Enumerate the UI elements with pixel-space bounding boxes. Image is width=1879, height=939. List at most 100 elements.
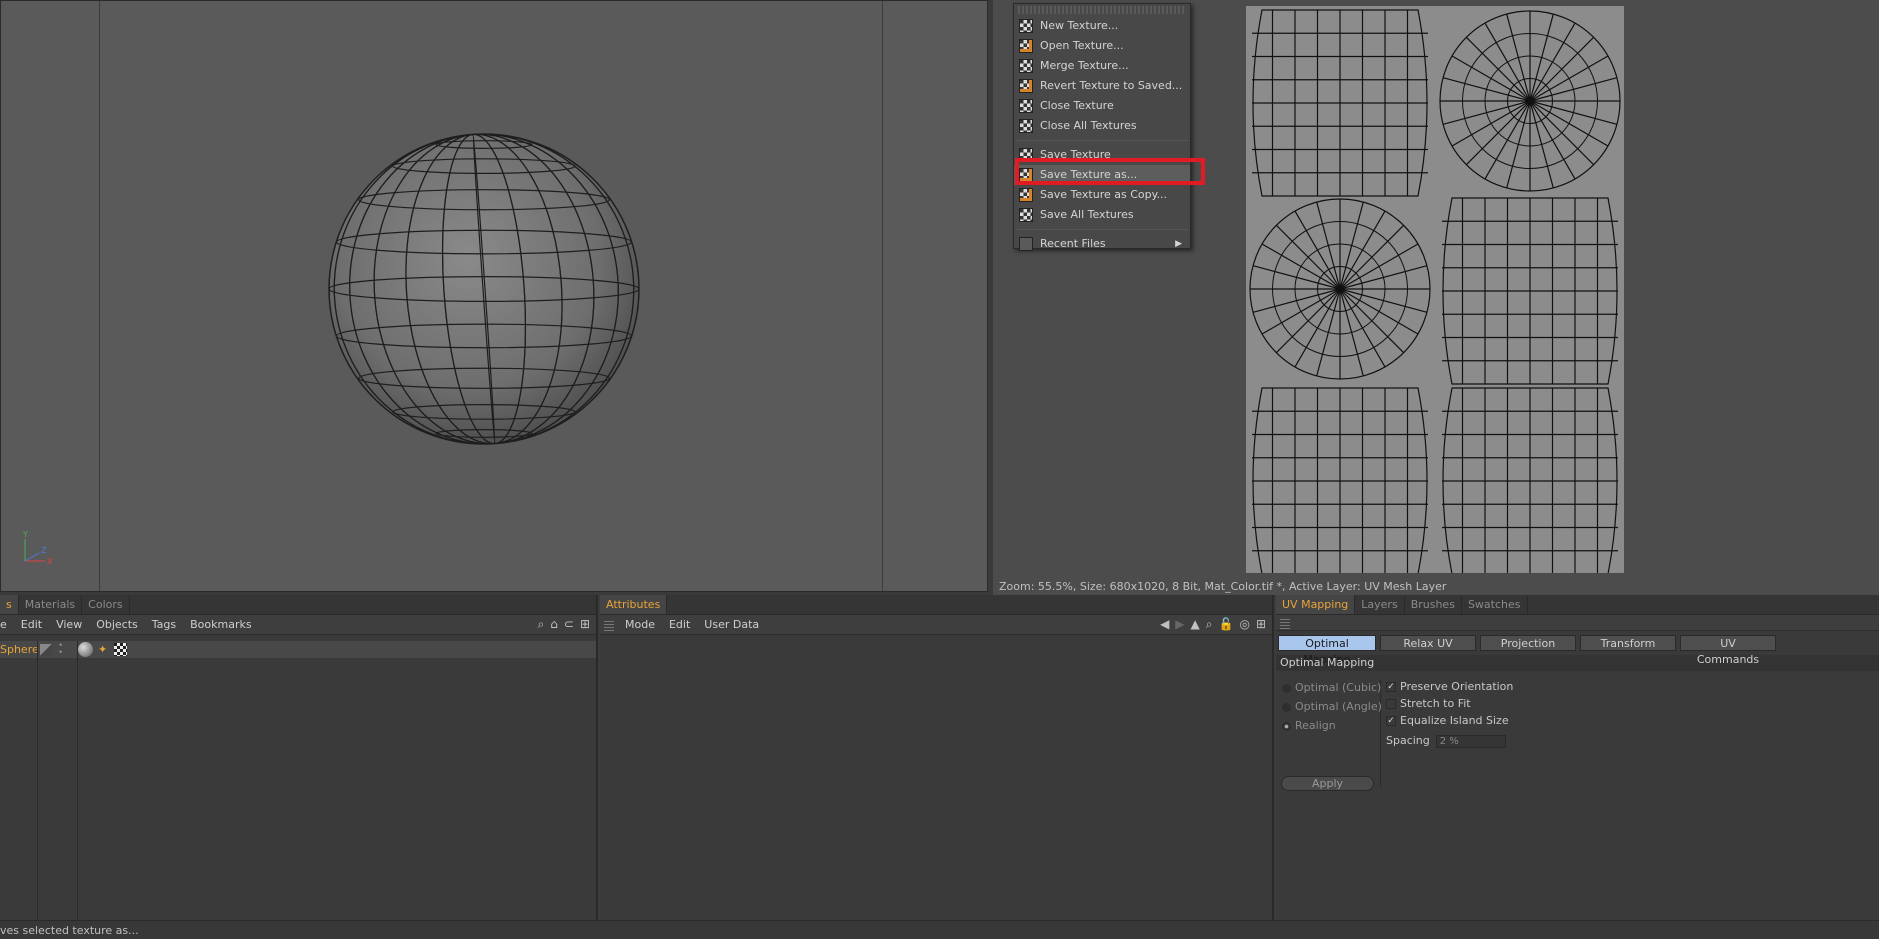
- subtab-projection[interactable]: Projection: [1480, 635, 1576, 651]
- tab-colors[interactable]: Colors: [82, 595, 130, 614]
- up-arrow-icon[interactable]: ▲: [1191, 617, 1200, 632]
- blank-icon: [1019, 237, 1033, 251]
- radio-indicator: [1282, 721, 1291, 731]
- menu-item-new-texture[interactable]: New Texture...: [1014, 16, 1190, 36]
- svg-text:Y: Y: [22, 531, 28, 539]
- uv-texture-canvas[interactable]: [1246, 6, 1624, 575]
- uv-mesh-layer: [1249, 9, 1621, 575]
- check-preserve-orientation[interactable]: ✓ Preserve Orientation: [1386, 680, 1513, 693]
- objects-toolbar: ⌕ ⌂ ⊂ ⊞: [538, 617, 596, 632]
- menu-objects[interactable]: Objects: [89, 618, 145, 631]
- home-icon[interactable]: ⌂: [550, 617, 558, 632]
- tab-brushes[interactable]: Brushes: [1405, 595, 1462, 614]
- radio-realign[interactable]: Realign: [1282, 719, 1336, 732]
- sphere-mesh[interactable]: [1, 1, 988, 592]
- menu-item-save-all-textures[interactable]: Save All Textures: [1014, 205, 1190, 225]
- svg-text:X: X: [47, 557, 53, 566]
- svg-text:Z: Z: [41, 546, 47, 555]
- section-title: Optimal Mapping: [1276, 655, 1879, 671]
- back-arrow-icon[interactable]: ◀: [1160, 617, 1169, 632]
- menu-view[interactable]: View: [49, 618, 89, 631]
- bottom-dock: s Materials Colors e Edit View Objects T…: [0, 595, 1879, 920]
- annotation-highlight-box: [1015, 158, 1205, 185]
- texture-icon: [1019, 19, 1033, 33]
- objects-menubar: e Edit View Objects Tags Bookmarks ⌕ ⌂ ⊂…: [0, 615, 596, 635]
- tab-layers[interactable]: Layers: [1355, 595, 1405, 614]
- uvw-tag-icon[interactable]: ✦: [98, 643, 107, 656]
- menu-item-save-texture-as-copy[interactable]: Save Texture as Copy...: [1014, 185, 1190, 205]
- menu-item-revert-texture[interactable]: Revert Texture to Saved...: [1014, 76, 1190, 96]
- menu-item-open-texture[interactable]: Open Texture...: [1014, 36, 1190, 56]
- attributes-tabbar: Attributes: [600, 595, 1272, 615]
- attributes-menubar: Mode Edit User Data ◀ ▶ ▲ ⌕ 🔓 ◎ ⊞: [600, 615, 1272, 635]
- uv-info-status: Zoom: 55.5%, Size: 680x1020, 8 Bit, Mat_…: [999, 580, 1447, 593]
- radio-indicator: [1282, 683, 1291, 693]
- checkbox-empty: [1386, 699, 1396, 709]
- viewport-3d[interactable]: Y X Z: [0, 0, 988, 592]
- file-menu-dropdown: New Texture... Open Texture... Merge Tex…: [1013, 3, 1191, 251]
- grip-icon[interactable]: [604, 618, 614, 631]
- column-divider: [37, 641, 38, 920]
- texture-close-icon: [1019, 99, 1033, 113]
- menu-bookmarks[interactable]: Bookmarks: [183, 618, 258, 631]
- visibility-dots-icon[interactable]: • •: [58, 642, 63, 658]
- link-icon[interactable]: ⊂: [564, 617, 574, 632]
- apply-button[interactable]: Apply: [1281, 776, 1374, 791]
- check-equalize-island-size[interactable]: ✓ Equalize Island Size: [1386, 714, 1509, 727]
- menu-item-merge-texture[interactable]: Merge Texture...: [1014, 56, 1190, 76]
- new-window-icon[interactable]: ⊞: [580, 617, 590, 632]
- radio-optimal-angle[interactable]: Optimal (Angle): [1282, 700, 1382, 713]
- target-icon[interactable]: ◎: [1239, 617, 1249, 632]
- tab-materials[interactable]: Materials: [19, 595, 83, 614]
- spacing-label: Spacing: [1386, 734, 1430, 747]
- object-name[interactable]: Sphere: [0, 641, 39, 658]
- checkmark-icon: ✓: [1386, 716, 1396, 726]
- tab-attributes[interactable]: Attributes: [600, 595, 668, 614]
- column-divider: [77, 641, 78, 920]
- forward-arrow-icon[interactable]: ▶: [1175, 617, 1184, 632]
- subtab-optimal-mapping[interactable]: Optimal Mapping: [1278, 635, 1376, 666]
- axis-gizmo-icon: Y X Z: [22, 531, 53, 566]
- subtab-relax-uv[interactable]: Relax UV: [1380, 635, 1476, 651]
- menu-tearoff-grip[interactable]: [1018, 6, 1186, 14]
- menu-item-recent-files[interactable]: Recent Files ▶: [1014, 234, 1190, 254]
- uv-tabbar: UV Mapping Layers Brushes Swatches: [1276, 595, 1879, 615]
- new-window-icon[interactable]: ⊞: [1256, 617, 1266, 632]
- grip-icon[interactable]: [1280, 616, 1290, 629]
- material-tag-icon[interactable]: [78, 642, 93, 657]
- menu-tags[interactable]: Tags: [145, 618, 183, 631]
- column-divider: [1380, 679, 1381, 787]
- menu-separator: [1016, 229, 1188, 230]
- texture-open-icon: [1019, 39, 1033, 53]
- subtab-uv-commands[interactable]: UV Commands: [1680, 635, 1776, 666]
- menu-edit[interactable]: Edit: [662, 618, 697, 631]
- uv-mapping-panel: UV Mapping Layers Brushes Swatches Optim…: [1276, 595, 1879, 920]
- check-stretch-to-fit[interactable]: Stretch to Fit: [1386, 697, 1471, 710]
- menu-file[interactable]: e: [0, 618, 14, 631]
- objects-tabbar: s Materials Colors: [0, 595, 596, 615]
- menu-item-close-texture[interactable]: Close Texture: [1014, 96, 1190, 116]
- tab-objects[interactable]: s: [0, 595, 19, 614]
- menu-separator: [1016, 140, 1188, 141]
- uv-subtabs: Optimal Mapping Relax UV Projection Tran…: [1276, 631, 1879, 666]
- lock-icon[interactable]: 🔓: [1219, 617, 1234, 632]
- radio-optimal-cubic[interactable]: Optimal (Cubic): [1282, 681, 1381, 694]
- uv-menubar: [1276, 615, 1879, 631]
- tab-swatches[interactable]: Swatches: [1462, 595, 1528, 614]
- subtab-transform[interactable]: Transform: [1580, 635, 1676, 651]
- menu-mode[interactable]: Mode: [618, 618, 662, 631]
- search-icon[interactable]: ⌕: [538, 617, 545, 632]
- layer-icon[interactable]: [40, 644, 52, 655]
- spacing-input[interactable]: 2 %: [1435, 734, 1506, 748]
- menu-item-close-all-textures[interactable]: Close All Textures: [1014, 116, 1190, 136]
- submenu-arrow-icon: ▶: [1175, 239, 1182, 249]
- menu-user-data[interactable]: User Data: [697, 618, 766, 631]
- tab-uv-mapping[interactable]: UV Mapping: [1276, 595, 1356, 614]
- texture-merge-icon: [1019, 59, 1033, 73]
- attributes-toolbar: ◀ ▶ ▲ ⌕ 🔓 ◎ ⊞: [1160, 617, 1272, 632]
- menu-edit[interactable]: Edit: [14, 618, 49, 631]
- search-icon[interactable]: ⌕: [1206, 617, 1213, 632]
- spacing-field: Spacing 2 %: [1386, 734, 1506, 748]
- texture-tag-icon[interactable]: [114, 643, 127, 656]
- object-row-sphere[interactable]: Sphere • • ✦: [0, 641, 596, 658]
